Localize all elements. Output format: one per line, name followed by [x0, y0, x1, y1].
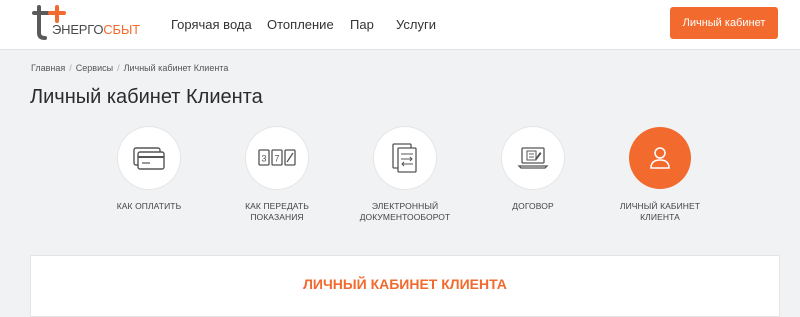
- service-label: ДОГОВОР: [463, 201, 603, 212]
- service-label: КАК ОПЛАТИТЬ: [79, 201, 219, 212]
- documents-icon: [392, 143, 417, 173]
- svg-text:7: 7: [274, 154, 279, 164]
- nav-item-steam[interactable]: Пар: [350, 17, 374, 32]
- service-submit-readings[interactable]: 3 7 КАК ПЕРЕДАТЬ ПОКАЗАНИЯ: [207, 127, 347, 223]
- service-circle: 3 7: [246, 127, 308, 189]
- service-label-line1: ЭЛЕКТРОННЫЙ: [371, 201, 439, 211]
- service-label: КАК ПЕРЕДАТЬ ПОКАЗАНИЯ: [207, 201, 347, 223]
- breadcrumb-services[interactable]: Сервисы: [76, 63, 113, 73]
- meter-digits-icon: 3 7: [258, 149, 296, 166]
- service-label-line1: ДОГОВОР: [512, 201, 554, 211]
- logo-wordmark: ЭНЕРГОСБЫТ: [52, 22, 140, 37]
- page-title: Личный кабинет Клиента: [30, 86, 263, 108]
- site-header: ЭНЕРГОСБЫТ Горячая вода Отопление Пар Ус…: [0, 0, 800, 50]
- content-panel: ЛИЧНЫЙ КАБИНЕТ КЛИЕНТА: [30, 255, 780, 317]
- nav-item-services[interactable]: Услуги: [396, 17, 436, 32]
- contract-laptop-icon: [517, 147, 549, 169]
- svg-text:3: 3: [261, 154, 266, 164]
- personal-cabinet-button[interactable]: Личный кабинет: [670, 7, 778, 39]
- service-label-line1: ЛИЧНЫЙ КАБИНЕТ: [619, 201, 701, 211]
- service-label-line2: ДОКУМЕНТООБОРОТ: [359, 212, 451, 222]
- service-label-line2: ПОКАЗАНИЯ: [250, 212, 304, 222]
- service-circle: [502, 127, 564, 189]
- service-circle: [118, 127, 180, 189]
- service-contract[interactable]: ДОГОВОР: [463, 127, 603, 212]
- logo-suffix: СБЫТ: [103, 22, 140, 37]
- service-label: ЛИЧНЫЙ КАБИНЕТ КЛИЕНТА: [590, 201, 730, 223]
- breadcrumb-home[interactable]: Главная: [31, 63, 65, 73]
- service-label: ЭЛЕКТРОННЫЙ ДОКУМЕНТООБОРОТ: [335, 201, 475, 223]
- breadcrumb-separator: /: [69, 63, 72, 73]
- logo-prefix: ЭНЕРГО: [52, 22, 104, 37]
- breadcrumb: Главная / Сервисы / Личный кабинет Клиента: [31, 63, 228, 73]
- service-edo[interactable]: ЭЛЕКТРОННЫЙ ДОКУМЕНТООБОРОТ: [335, 127, 475, 223]
- service-circle: [374, 127, 436, 189]
- nav-item-hot-water[interactable]: Горячая вода: [171, 17, 252, 32]
- service-label-line1: КАК ОПЛАТИТЬ: [116, 201, 182, 211]
- service-circle: [629, 127, 691, 189]
- service-how-to-pay[interactable]: КАК ОПЛАТИТЬ: [79, 127, 219, 212]
- breadcrumb-current: Личный кабинет Клиента: [123, 63, 229, 73]
- service-personal-cabinet[interactable]: ЛИЧНЫЙ КАБИНЕТ КЛИЕНТА: [590, 127, 730, 223]
- credit-card-icon: [133, 147, 165, 170]
- service-label-line2: КЛИЕНТА: [640, 212, 680, 222]
- nav-item-heating[interactable]: Отопление: [267, 17, 334, 32]
- brand-logo[interactable]: ЭНЕРГОСБЫТ: [30, 5, 150, 43]
- panel-title: ЛИЧНЫЙ КАБИНЕТ КЛИЕНТА: [303, 276, 507, 292]
- service-label-line1: КАК ПЕРЕДАТЬ: [245, 201, 309, 211]
- user-icon: [650, 147, 670, 169]
- breadcrumb-separator: /: [117, 63, 120, 73]
